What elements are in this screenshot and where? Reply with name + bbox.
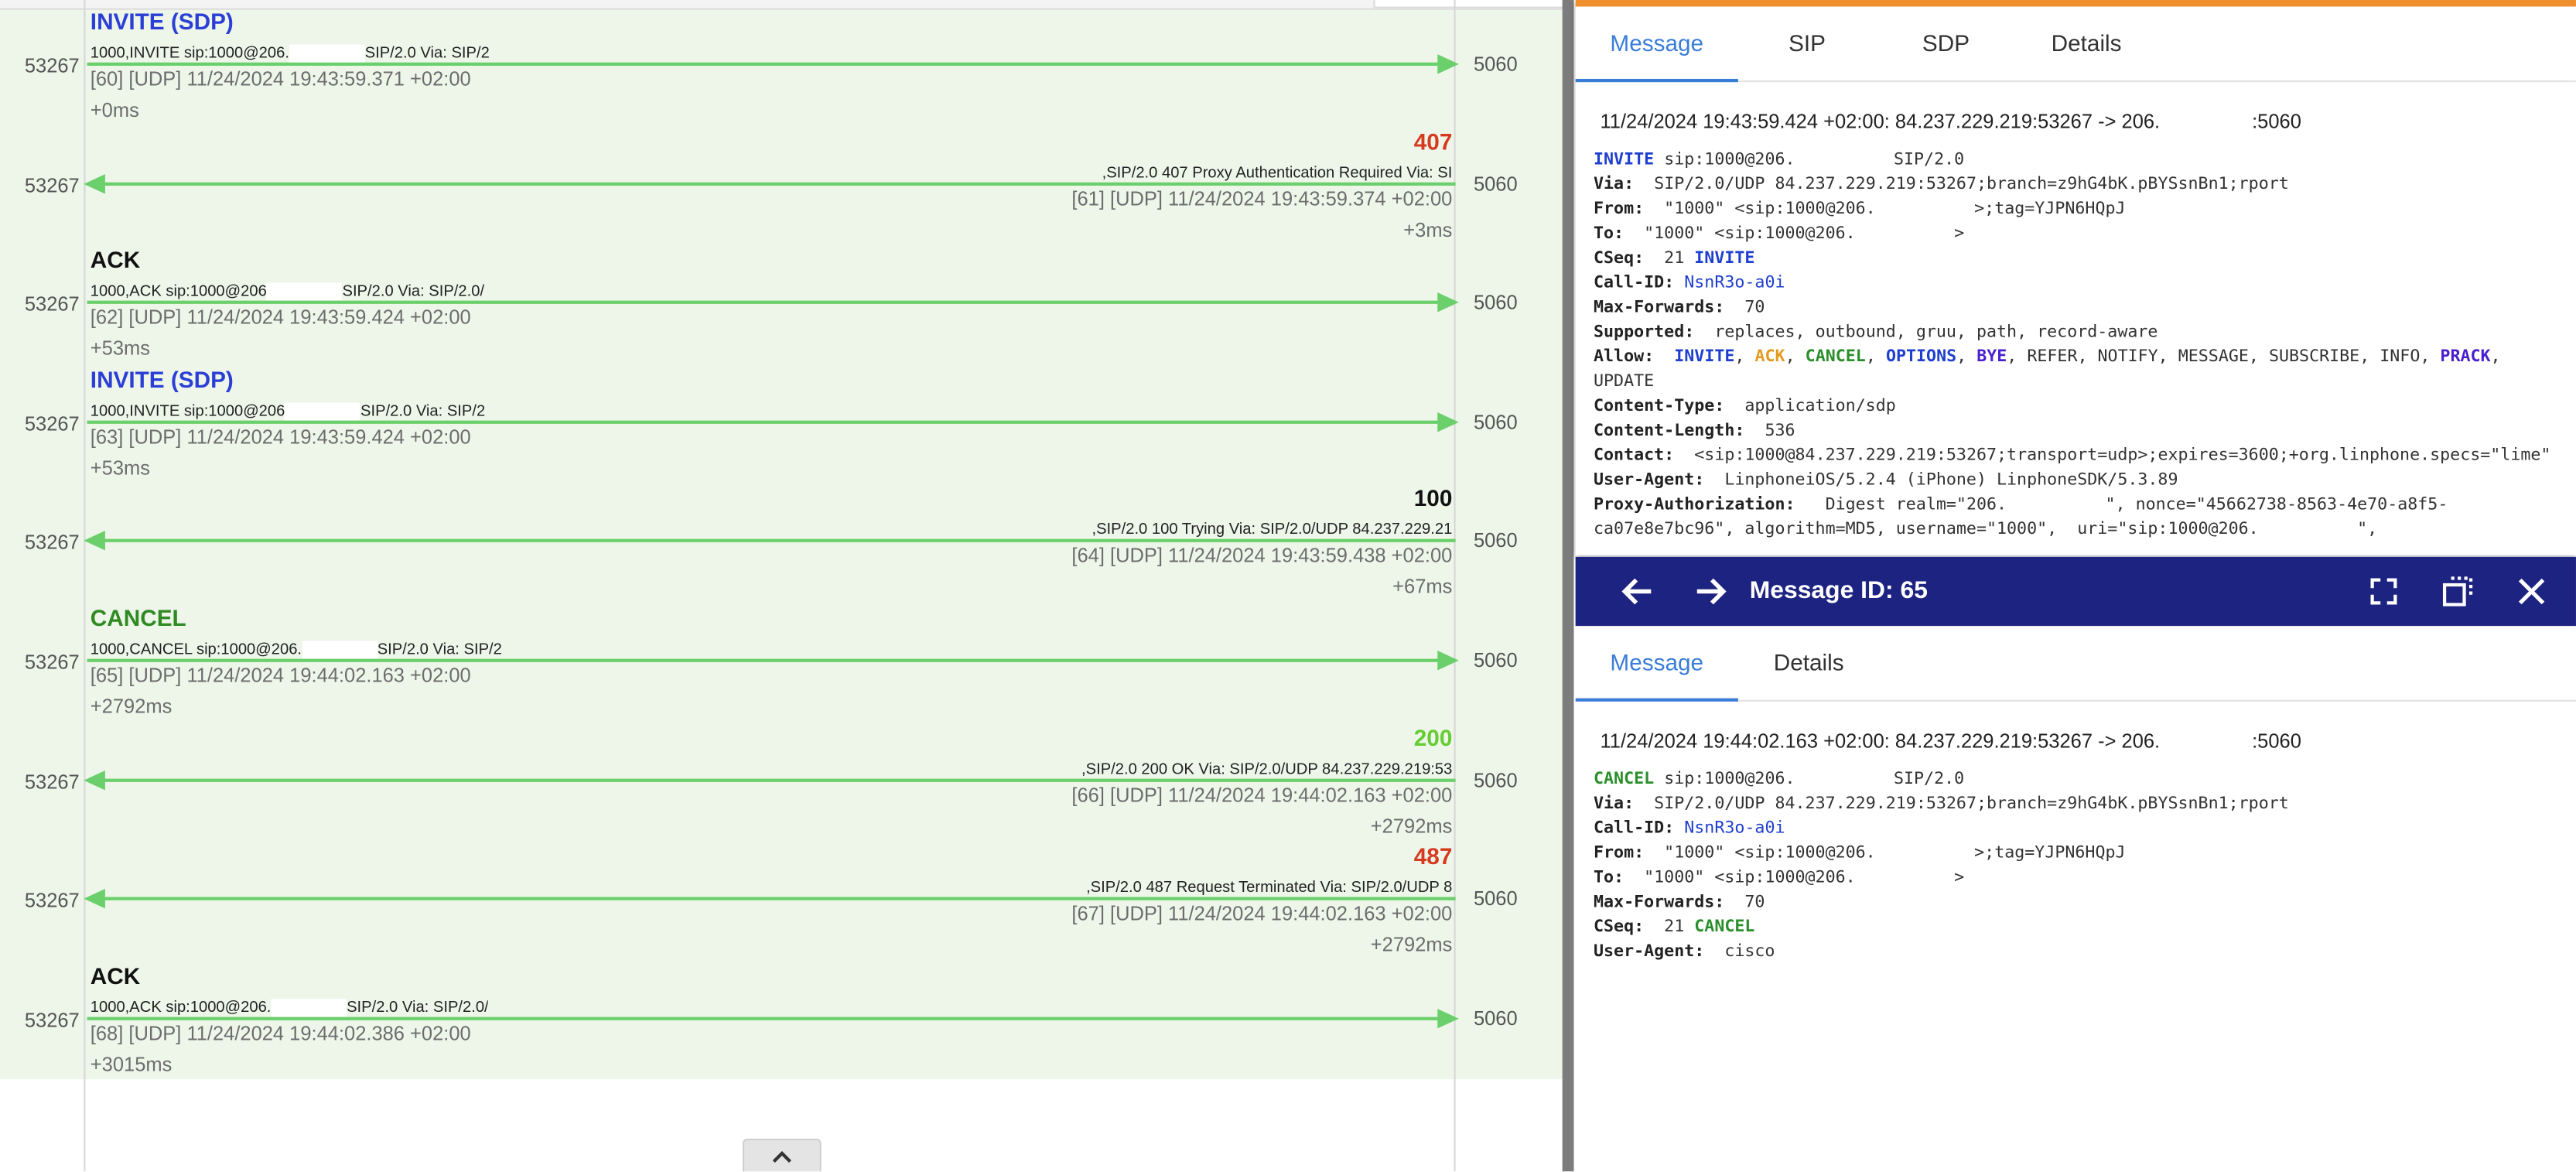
destination-port: 5060	[1473, 768, 1518, 791]
sip-message-body: INVITE sip:1000@206. SIP/2.0 Via: SIP/2.0…	[1593, 150, 2551, 539]
message-delta: +3015ms	[90, 1052, 173, 1076]
destination-port: 5060	[1473, 52, 1518, 76]
tab-sdp[interactable]: SDP	[1876, 6, 2016, 78]
message-meta: [68] [UDP] 11/24/2024 19:44:02.386 +02:0…	[90, 1021, 471, 1045]
arrow-left-icon[interactable]	[1618, 572, 1658, 611]
close-icon[interactable]	[2512, 572, 2551, 611]
source-port: 53267	[24, 54, 80, 77]
arrow-right-icon[interactable]	[1690, 572, 1730, 611]
destination-port: 5060	[1473, 410, 1518, 434]
source-port: 53267	[24, 531, 80, 555]
message-window-title: Message ID: 65	[1749, 576, 1928, 605]
message-delta: +53ms	[90, 337, 151, 360]
chevron-up-icon	[772, 1150, 792, 1163]
flow-message-row[interactable]: 487 ,SIP/2.0 487 Request Terminated Via: …	[0, 843, 1563, 962]
response-code-label[interactable]: 487	[1414, 843, 1453, 870]
call-id-link[interactable]: NsnR3o-a0i	[1684, 275, 1785, 292]
message-method-label[interactable]: CANCEL	[91, 605, 186, 631]
message-delta: +53ms	[90, 456, 151, 480]
source-port: 53267	[24, 770, 80, 793]
message-meta: [67] [UDP] 11/24/2024 19:44:02.163 +02:0…	[1071, 902, 1453, 926]
sip-message-body-2: CANCEL sip:1000@206. SIP/2.0 Via: SIP/2.0…	[1593, 769, 2289, 962]
panel-divider[interactable]	[1562, 0, 1574, 1172]
destination-port: 5060	[1473, 291, 1518, 315]
destination-port: 5060	[1473, 887, 1518, 911]
flow-message-row[interactable]: 407 ,SIP/2.0 407 Proxy Authentication Req…	[0, 128, 1563, 246]
flow-message-row[interactable]: CANCEL 1000,CANCEL sip:1000@206. SIP/2.0 V…	[0, 605, 1563, 723]
tab-message[interactable]: Message	[1575, 6, 1738, 83]
call-id-link-2[interactable]: NsnR3o-a0i	[1684, 820, 1785, 838]
destination-port: 5060	[1473, 648, 1518, 672]
page-root: INVITE (SDP) 1000,INVITE sip:1000@206. SIP…	[0, 0, 2576, 1172]
popout-icon[interactable]	[2438, 572, 2478, 611]
flow-message-row[interactable]: ACK 1000,ACK sip:1000@206. SIP/2.0 Via: SI…	[0, 962, 1563, 1081]
message-delta: +2792ms	[1370, 814, 1453, 838]
message-tabs-2: Message Details	[1575, 626, 2576, 702]
collapse-button[interactable]	[742, 1138, 822, 1172]
tab-details[interactable]: Details	[2016, 6, 2157, 78]
destination-port: 5060	[1473, 529, 1518, 553]
tab-details-2[interactable]: Details	[1738, 626, 1880, 698]
flow-message-row[interactable]: 100 ,SIP/2.0 100 Trying Via: SIP/2.0/UDP …	[0, 485, 1563, 603]
message-method-label[interactable]: INVITE (SDP)	[91, 366, 234, 392]
destination-port: 5060	[1473, 172, 1518, 195]
tab-message-2[interactable]: Message	[1575, 626, 1738, 702]
panel-accent	[1575, 0, 2576, 7]
source-port: 53267	[24, 889, 80, 913]
source-port: 53267	[24, 650, 80, 674]
message-meta: [60] [UDP] 11/24/2024 19:43:59.371 +02:0…	[90, 67, 471, 91]
fullscreen-icon[interactable]	[2364, 572, 2403, 611]
message-meta: [63] [UDP] 11/24/2024 19:43:59.424 +02:0…	[90, 425, 471, 449]
message-panel-65: Message Details 11/24/2024 19:44:02.163 …	[1575, 556, 2576, 1172]
message-method-label[interactable]: INVITE (SDP)	[91, 9, 234, 35]
message-header-2: 11/24/2024 19:44:02.163 +02:00: 84.237.2…	[1600, 729, 2301, 753]
source-port: 53267	[24, 1008, 80, 1032]
source-port: 53267	[24, 292, 80, 316]
message-meta: [64] [UDP] 11/24/2024 19:43:59.438 +02:0…	[1071, 544, 1453, 568]
flow-message-row[interactable]: INVITE (SDP) 1000,INVITE sip:1000@206. SIP…	[0, 9, 1563, 127]
response-code-label[interactable]: 100	[1414, 485, 1453, 511]
message-meta: [65] [UDP] 11/24/2024 19:44:02.163 +02:0…	[90, 663, 471, 687]
response-code-label[interactable]: 407	[1414, 128, 1453, 154]
message-delta: +2792ms	[1370, 933, 1453, 957]
response-code-label[interactable]: 200	[1414, 724, 1453, 750]
message-delta: +3ms	[1403, 217, 1453, 241]
message-method-label[interactable]: ACK	[91, 247, 140, 273]
message-tabs: Message SIP SDP Details	[1575, 6, 2576, 83]
tab-sip[interactable]: SIP	[1738, 6, 1876, 78]
message-delta: +2792ms	[90, 695, 173, 719]
destination-port: 5060	[1473, 1006, 1518, 1030]
message-meta: [66] [UDP] 11/24/2024 19:44:02.163 +02:0…	[1071, 783, 1453, 806]
message-delta: +0ms	[90, 98, 139, 122]
message-meta: [61] [UDP] 11/24/2024 19:43:59.374 +02:0…	[1071, 186, 1453, 210]
message-delta: +67ms	[1392, 576, 1453, 599]
message-method-label[interactable]: ACK	[91, 962, 140, 989]
message-panel-60: Message SIP SDP Details 11/24/2024 19:43…	[1575, 0, 2576, 555]
message-window-titlebar: Message ID: 65	[1575, 556, 2576, 627]
flow-message-row[interactable]: 200 ,SIP/2.0 200 OK Via: SIP/2.0/UDP 84.2…	[0, 724, 1563, 842]
message-meta: [62] [UDP] 11/24/2024 19:43:59.424 +02:0…	[90, 306, 471, 330]
flow-message-row[interactable]: INVITE (SDP) 1000,INVITE sip:1000@206 SIP/…	[0, 366, 1563, 484]
source-port: 53267	[24, 412, 80, 436]
source-port: 53267	[24, 173, 80, 196]
call-flow-panel: INVITE (SDP) 1000,INVITE sip:1000@206. SIP…	[0, 0, 1563, 1172]
message-header: 11/24/2024 19:43:59.424 +02:00: 84.237.2…	[1600, 110, 2301, 134]
flow-message-row[interactable]: ACK 1000,ACK sip:1000@206 SIP/2.0 Via: SIP…	[0, 247, 1563, 365]
